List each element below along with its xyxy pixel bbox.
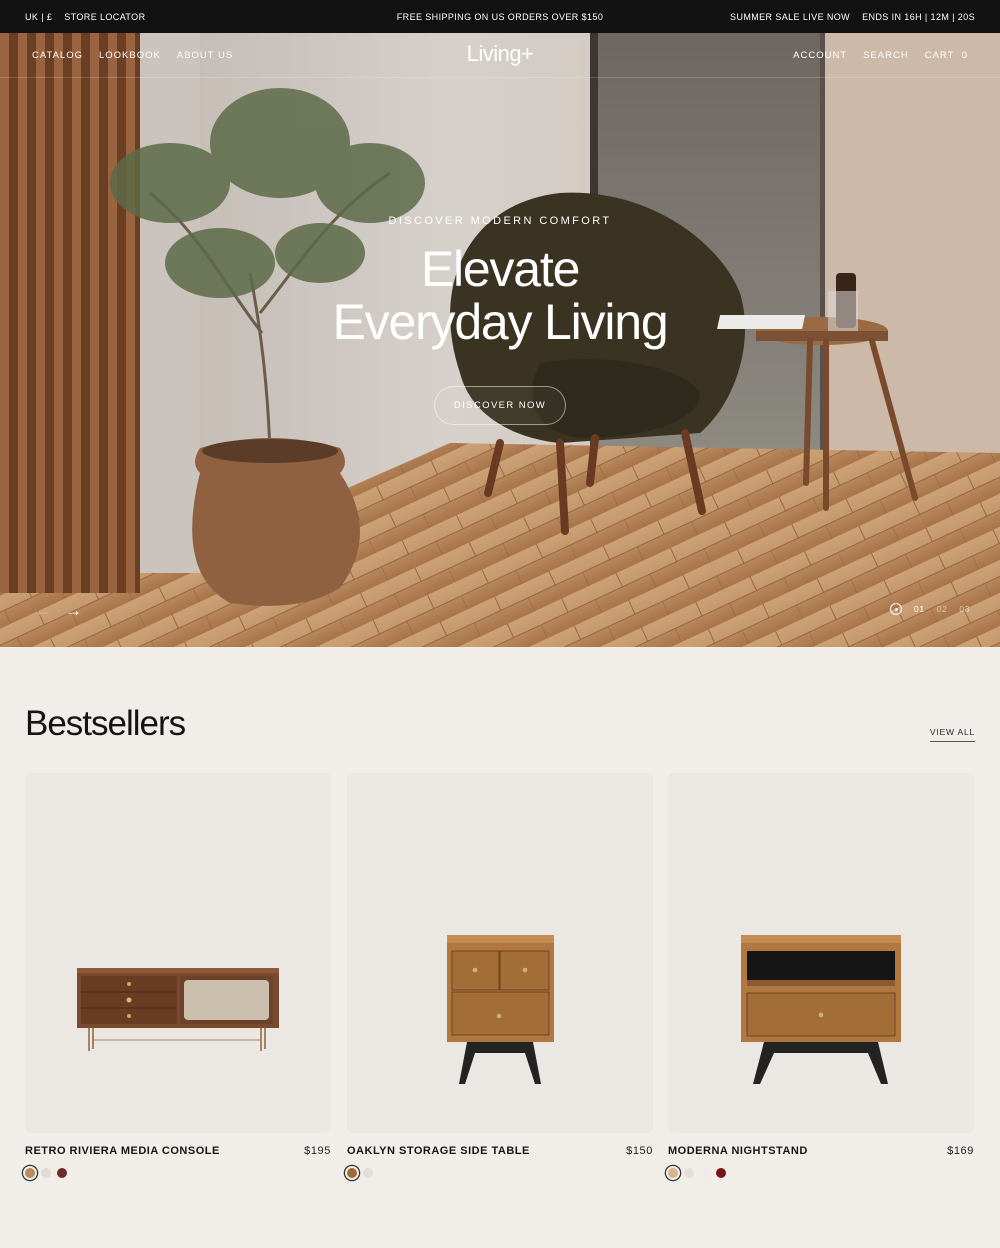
discover-now-button[interactable]: DISCOVER NOW <box>434 386 566 425</box>
product-name[interactable]: RETRO RIVIERA MEDIA CONSOLE <box>25 1145 331 1157</box>
slide-2[interactable]: 02 <box>937 604 948 614</box>
swatch-2[interactable] <box>41 1168 51 1178</box>
view-all-link[interactable]: VIEW ALL <box>929 727 975 742</box>
product-name[interactable]: OAKLYN STORAGE SIDE TABLE <box>347 1145 653 1157</box>
nav-account[interactable]: ACCOUNT <box>793 50 847 61</box>
region-selector[interactable]: UK | £ <box>25 12 52 22</box>
nav-cart[interactable]: CART 0 <box>925 50 968 61</box>
headline-line-1: Elevate <box>420 241 581 297</box>
slide-pagination: 01 02 03 <box>890 603 970 615</box>
arrow-right-icon[interactable]: → <box>65 601 82 621</box>
product-info: OAKLYN STORAGE SIDE TABLE $150 <box>347 1145 653 1178</box>
nav-about-us[interactable]: ABOUT US <box>177 50 233 61</box>
product-info: MODERNA NIGHTSTAND $169 <box>668 1145 974 1178</box>
product-card-image[interactable] <box>668 773 974 1133</box>
autoplay-ring-icon[interactable] <box>890 603 903 615</box>
main-nav: CATALOG LOOKBOOK ABOUT US ACCOUNT SEARCH… <box>0 33 1000 78</box>
cart-label: CART <box>924 49 955 61</box>
swatch-2[interactable] <box>363 1168 373 1178</box>
product-name[interactable]: MODERNA NIGHTSTAND <box>668 1145 974 1157</box>
nav-search[interactable]: SEARCH <box>863 50 909 61</box>
product-price: $150 <box>626 1145 653 1157</box>
swatch-3[interactable] <box>700 1168 710 1178</box>
nav-catalog[interactable]: CATALOG <box>32 50 83 61</box>
color-swatches <box>668 1168 974 1178</box>
sale-notice: SUMMER SALE LIVE NOW <box>730 11 851 22</box>
hero-headline: Elevate Everyday Living <box>0 243 1000 349</box>
product-price: $195 <box>304 1145 331 1157</box>
side-table-image <box>447 935 554 1084</box>
color-swatches <box>25 1168 331 1178</box>
swatch-1[interactable] <box>668 1168 678 1178</box>
product-card-image[interactable] <box>25 773 331 1133</box>
nightstand-image <box>741 935 901 1084</box>
product-info: RETRO RIVIERA MEDIA CONSOLE $195 <box>25 1145 331 1178</box>
swatch-3[interactable] <box>379 1168 389 1178</box>
hero-content: DISCOVER MODERN COMFORT Elevate Everyday… <box>0 215 1000 425</box>
section-title: Bestsellers <box>25 704 186 743</box>
hero-banner: CATALOG LOOKBOOK ABOUT US ACCOUNT SEARCH… <box>0 33 1000 647</box>
swatch-2[interactable] <box>684 1168 694 1178</box>
product-price: $169 <box>947 1145 974 1157</box>
swatch-3[interactable] <box>57 1168 67 1178</box>
product-card-image[interactable] <box>347 773 653 1133</box>
headline-line-2: Everyday Living <box>332 294 669 350</box>
cart-count: 0 <box>961 49 968 61</box>
media-console-image <box>77 968 279 1051</box>
swatch-1[interactable] <box>347 1168 357 1178</box>
sale-countdown: ENDS IN 16H | 12M | 20S <box>862 11 975 22</box>
swatch-1[interactable] <box>25 1168 35 1178</box>
announcement-bar: UK | £ STORE LOCATOR FREE SHIPPING ON US… <box>0 0 1000 33</box>
slide-3[interactable]: 03 <box>959 604 970 614</box>
slide-1[interactable]: 01 <box>914 604 925 614</box>
nav-lookbook[interactable]: LOOKBOOK <box>99 50 161 61</box>
shipping-promo: FREE SHIPPING ON US ORDERS OVER $150 <box>396 11 604 22</box>
color-swatches <box>347 1168 653 1178</box>
swatch-4[interactable] <box>716 1168 726 1178</box>
slider-arrows: ← → <box>34 601 82 621</box>
hero-eyebrow: DISCOVER MODERN COMFORT <box>388 215 612 227</box>
store-locator-link[interactable]: STORE LOCATOR <box>64 12 145 22</box>
arrow-left-icon[interactable]: ← <box>34 601 51 621</box>
